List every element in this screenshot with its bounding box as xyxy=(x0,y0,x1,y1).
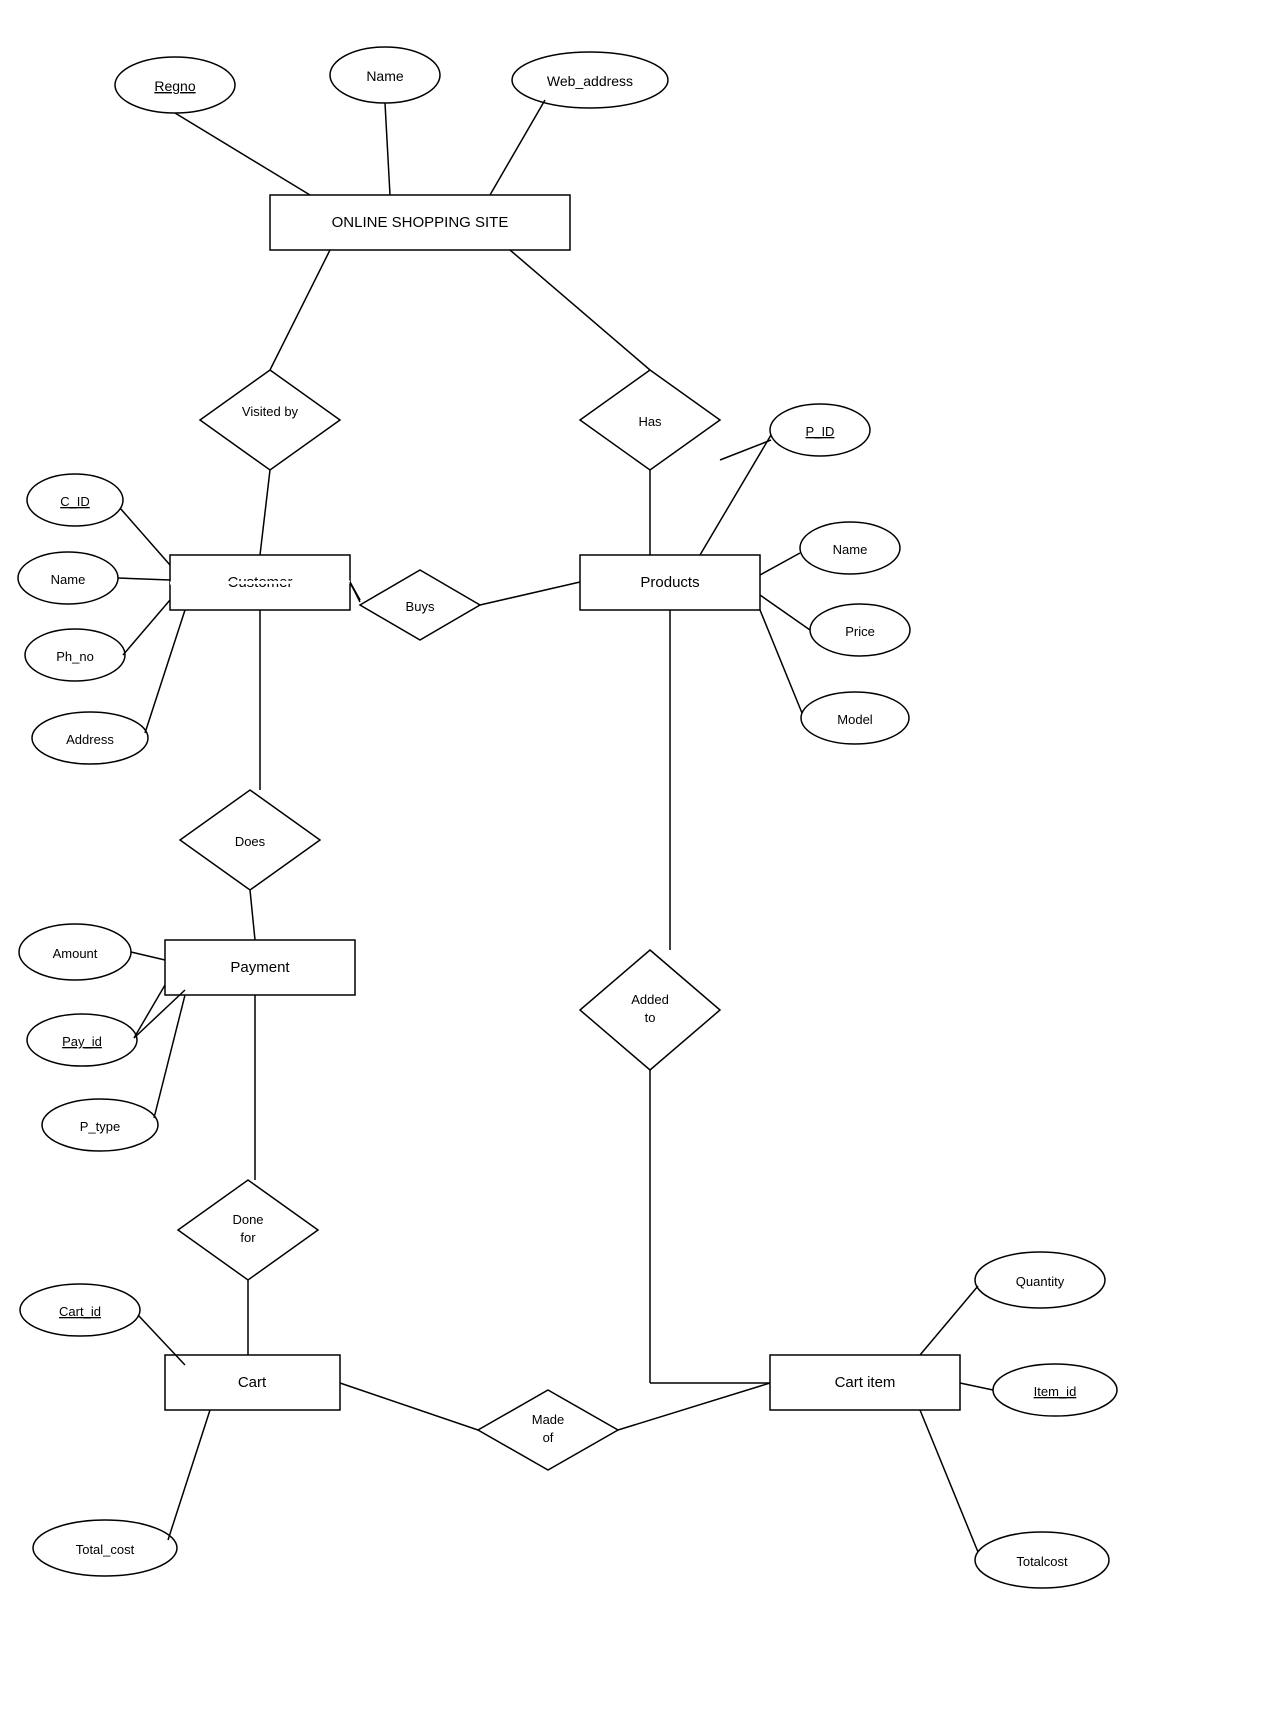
rel-has-label: Has xyxy=(638,414,662,429)
line-payid-payment1 xyxy=(134,990,185,1038)
line-totalcost-cartitem xyxy=(920,1410,978,1552)
line-pid-products xyxy=(720,440,771,460)
rel-does-label: Does xyxy=(235,834,266,849)
line-site-has xyxy=(510,250,650,370)
line-amount-payment xyxy=(131,952,165,960)
rel-done-for-label2: for xyxy=(240,1230,256,1245)
line-buys-prod xyxy=(480,582,580,605)
attr-name-customer-label: Name xyxy=(51,572,86,587)
entity-cart-item-label: Cart item xyxy=(835,1374,896,1391)
attr-itemid-label: Item_id xyxy=(1034,1384,1077,1399)
line-name-site xyxy=(385,103,390,195)
attr-web-address-label: Web_address xyxy=(547,73,633,89)
line-cart-madeof xyxy=(340,1383,478,1430)
line-visitedby-customer xyxy=(260,470,270,555)
entity-products-label: Products xyxy=(640,574,699,591)
rel-added-to-label2: to xyxy=(645,1010,656,1025)
attr-phno-label: Ph_no xyxy=(56,649,94,664)
entity-online-shopping-site-label: ONLINE SHOPPING SITE xyxy=(332,214,509,231)
line-cartid-cart xyxy=(138,1315,185,1365)
rel-made-of-label2: of xyxy=(543,1430,554,1445)
rel-visited-by xyxy=(200,370,340,470)
line-cid-customer xyxy=(120,508,170,565)
line-itemid-cartitem xyxy=(960,1383,993,1390)
entity-cart-label: Cart xyxy=(238,1374,267,1391)
attr-address-label: Address xyxy=(66,732,114,747)
line-pid-prod xyxy=(700,435,771,555)
rel-made-of-label1: Made xyxy=(532,1412,565,1427)
line-totalcost-cart xyxy=(168,1410,210,1540)
attr-regno-label: Regno xyxy=(154,78,195,94)
line-ptype-payment xyxy=(154,995,185,1118)
er-diagram: ONLINE SHOPPING SITE Regno Name Web_addr… xyxy=(0,0,1286,1724)
line-quantity-cartitem xyxy=(920,1286,978,1355)
line-regno-site xyxy=(175,113,310,195)
attr-cid-label: C_ID xyxy=(60,494,90,509)
attr-quantity-label: Quantity xyxy=(1016,1274,1065,1289)
line-phno-customer xyxy=(123,600,170,655)
line-site-visitedby xyxy=(270,250,330,370)
cover xyxy=(170,582,350,583)
line-address-customer xyxy=(145,610,185,733)
rel-added-to-label1: Added xyxy=(631,992,669,1007)
attr-totalcost-cartitem-label: Totalcost xyxy=(1016,1554,1068,1569)
line-does-payment xyxy=(250,890,255,940)
attr-name-product-label: Name xyxy=(833,542,868,557)
line-price-prod xyxy=(760,595,810,630)
rel-visited-by-label: Visited by xyxy=(242,404,299,419)
line-model-prod xyxy=(760,610,802,713)
rel-buys-label: Buys xyxy=(406,599,435,614)
line-madeof-cartitem xyxy=(618,1383,770,1430)
rel-done-for-label1: Done xyxy=(232,1212,263,1227)
attr-ptype-label: P_type xyxy=(80,1119,120,1134)
line-webaddress-site xyxy=(490,100,545,195)
attr-name-site-label: Name xyxy=(366,68,404,84)
attr-price-label: Price xyxy=(845,624,875,639)
attr-amount-label: Amount xyxy=(53,946,98,961)
line-cust-buys-fixed xyxy=(350,582,360,602)
line-name-customer xyxy=(118,578,170,580)
attr-payid-label: Pay_id xyxy=(62,1034,102,1049)
attr-model-label: Model xyxy=(837,712,873,727)
attr-totalcost-cart-label: Total_cost xyxy=(76,1542,135,1557)
attr-pid-label: P_ID xyxy=(806,424,835,439)
line-name-prod xyxy=(760,553,800,575)
attr-cartid-label: Cart_id xyxy=(59,1304,101,1319)
line-payid-payment2 xyxy=(134,985,165,1038)
entity-payment-label: Payment xyxy=(230,959,290,976)
